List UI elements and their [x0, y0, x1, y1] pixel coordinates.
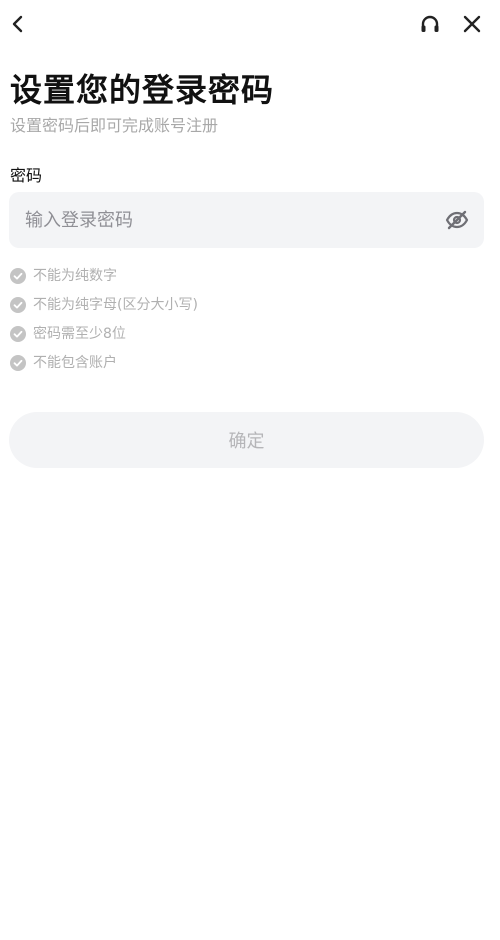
page-subtitle: 设置密码后即可完成账号注册 [10, 116, 219, 135]
confirm-button[interactable]: 确定 [9, 412, 484, 468]
eye-off-icon [445, 210, 469, 230]
check-circle-icon [10, 325, 26, 342]
check-circle-icon [10, 267, 26, 284]
rule-text: 不能为纯字母(区分大小写) [33, 296, 198, 313]
rule-item: 不能为纯字母(区分大小写) [10, 290, 198, 319]
chevron-left-icon [12, 15, 23, 33]
close-button[interactable] [458, 10, 486, 38]
set-password-page: 设置您的登录密码 设置密码后即可完成账号注册 密码 不能为纯数字 不能为纯字母(… [0, 0, 500, 940]
close-icon [463, 15, 481, 33]
password-label: 密码 [10, 166, 43, 185]
rule-item: 不能包含账户 [10, 348, 198, 377]
password-rules-list: 不能为纯数字 不能为纯字母(区分大小写) 密码需至少8位 不能包含账户 [10, 261, 198, 377]
top-bar [0, 0, 500, 48]
rule-text: 不能包含账户 [33, 354, 117, 371]
rule-item: 密码需至少8位 [10, 319, 198, 348]
check-circle-icon [10, 296, 26, 313]
customer-service-button[interactable] [416, 10, 444, 38]
rule-item: 不能为纯数字 [10, 261, 198, 290]
rule-text: 密码需至少8位 [33, 325, 126, 342]
rule-text: 不能为纯数字 [33, 267, 117, 284]
back-button[interactable] [4, 10, 32, 38]
page-title: 设置您的登录密码 [10, 71, 275, 109]
check-circle-icon [10, 354, 26, 371]
password-input[interactable] [9, 192, 429, 248]
password-input-container [9, 192, 484, 248]
headset-icon [421, 15, 439, 32]
toggle-visibility-button[interactable] [444, 208, 470, 232]
